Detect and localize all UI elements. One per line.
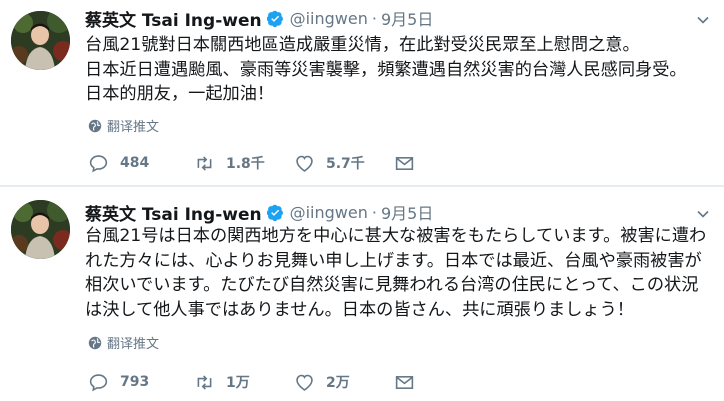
separator-dot: ·: [371, 8, 377, 28]
reply-button[interactable]: 793: [88, 372, 194, 393]
separator-dot: ·: [371, 202, 377, 222]
tweet-actions: 484 1.8千 5.7千: [88, 153, 426, 173]
translate-label: 翻译推文: [107, 120, 160, 135]
tweet-date[interactable]: 9月5日: [381, 6, 433, 30]
retweet-button[interactable]: 1万: [194, 372, 294, 393]
reply-count: 793: [120, 374, 150, 390]
tweet-text-line: 台風21號對日本關西地區造成嚴重災情，在此對受災民眾至上慰問之意。: [85, 35, 640, 55]
like-count: 5.7千: [326, 156, 365, 172]
globe-icon: [88, 336, 102, 349]
retweet-button[interactable]: 1.8千: [194, 153, 294, 174]
globe-icon: [88, 119, 102, 132]
reply-icon: [89, 373, 108, 391]
like-button[interactable]: 2万: [294, 372, 394, 393]
heart-icon: [296, 155, 313, 172]
translate-label: 翻译推文: [107, 337, 160, 352]
envelope-icon: [395, 156, 414, 170]
like-count: 2万: [326, 375, 350, 391]
tweet-date[interactable]: 9月5日: [381, 200, 433, 224]
retweet-icon: [197, 374, 212, 390]
tweet[interactable]: 蔡英文 Tsai Ing-wen @iingwen · 9月5日 台風21號對日…: [0, 0, 724, 186]
direct-message-button[interactable]: [394, 153, 426, 174]
verified-badge-icon: [266, 10, 284, 27]
like-button[interactable]: 5.7千: [294, 153, 394, 174]
avatar[interactable]: [11, 200, 70, 259]
tweet-text-line: 台風21号は日本の関西地方を中心に甚大な被害をもたらしています。被害に遭わ: [85, 226, 707, 246]
tweet-actions: 793 1万 2万: [88, 372, 426, 392]
tweet-text: 台風21號對日本關西地區造成嚴重災情，在此對受災民眾至上慰問之意。 日本近日遭遇…: [85, 33, 715, 107]
avatar[interactable]: [11, 11, 70, 70]
reply-icon: [89, 154, 108, 172]
reply-button[interactable]: 484: [88, 153, 194, 174]
tweet-header: 蔡英文 Tsai Ing-wen @iingwen · 9月5日: [85, 199, 433, 225]
verified-badge-icon: [266, 204, 284, 221]
tweet-text-line: 相次いでいます。たびたび自然災害に見舞われる台湾の住民にとって、この状況: [85, 275, 699, 295]
retweet-icon: [197, 155, 212, 171]
tweet-text: 台風21号は日本の関西地方を中心に甚大な被害をもたらしています。被害に遭わ れた…: [85, 224, 715, 322]
tweet-text-line: 日本近日遭遇颱風、豪雨等災害襲擊，頻繁遭遇自然災害的台灣人民感同身受。: [85, 59, 687, 80]
tweet-text-line: は決して他人事ではありません。日本の皆さん、共に頑張りましょう！: [85, 299, 634, 320]
retweet-count: 1万: [226, 375, 250, 391]
tweet-text-line: れた方々には、心よりお見舞い申し上げます。日本では最近、台風や豪雨被害が: [85, 250, 702, 271]
author-handle[interactable]: @iingwen: [290, 203, 368, 222]
tweet-header: 蔡英文 Tsai Ing-wen @iingwen · 9月5日: [85, 5, 433, 31]
chevron-down-icon[interactable]: [696, 206, 710, 220]
author-handle[interactable]: @iingwen: [290, 9, 368, 28]
translate-tweet-link[interactable]: 翻译推文: [88, 333, 159, 352]
translate-tweet-link[interactable]: 翻译推文: [88, 116, 159, 135]
heart-icon: [296, 374, 313, 391]
author-name[interactable]: 蔡英文 Tsai Ing-wen: [85, 200, 262, 225]
retweet-count: 1.8千: [226, 156, 265, 172]
envelope-icon: [395, 375, 414, 389]
chevron-down-icon[interactable]: [696, 12, 710, 26]
direct-message-button[interactable]: [394, 372, 426, 393]
reply-count: 484: [120, 155, 150, 171]
tweet-text-line: 日本的朋友，一起加油！: [85, 84, 275, 104]
author-name[interactable]: 蔡英文 Tsai Ing-wen: [85, 6, 262, 31]
